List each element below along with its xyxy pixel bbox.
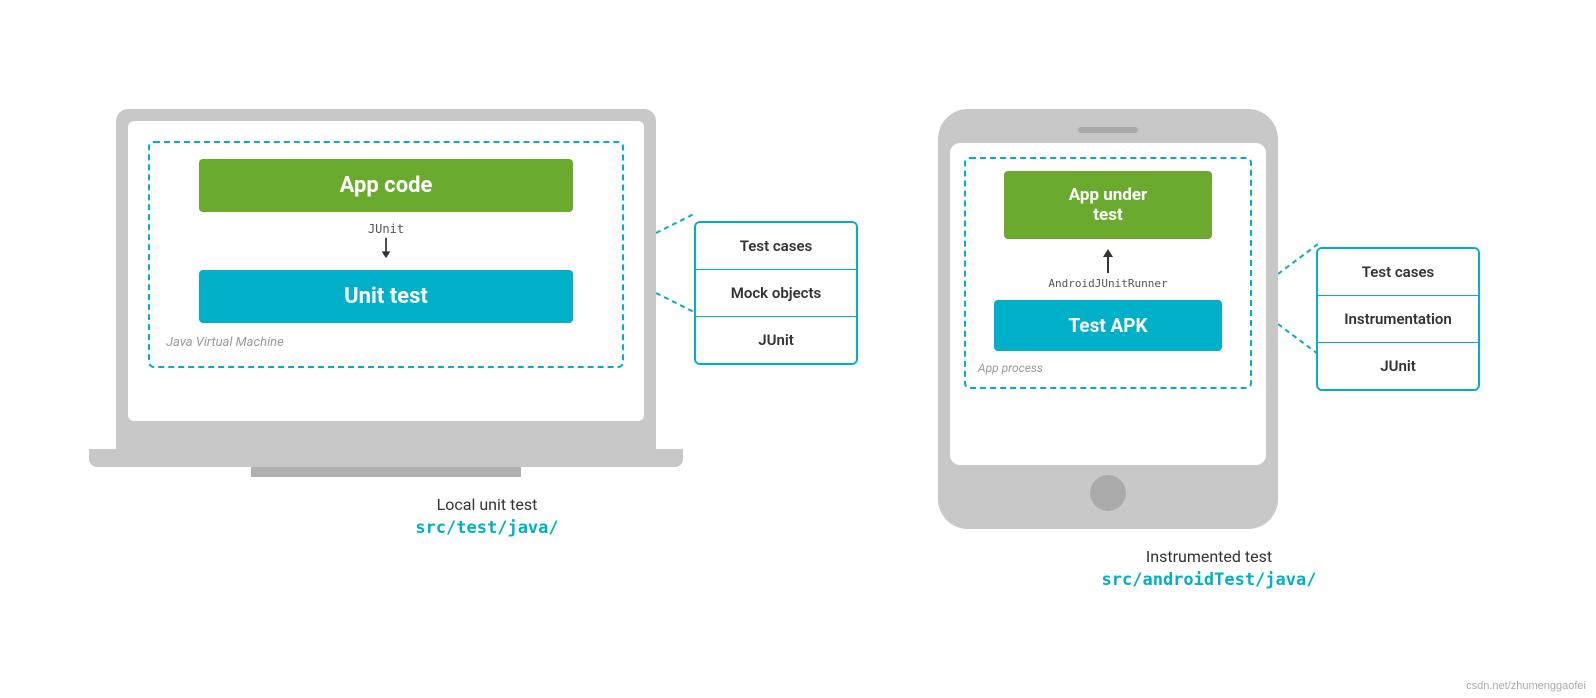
left-test-panel: Test cases Mock objects JUnit (694, 221, 858, 365)
runner-label: AndroidJUnitRunner (1048, 277, 1167, 290)
junit-label: JUnit (368, 222, 404, 236)
phone-speaker (1078, 127, 1138, 133)
test-apk-block: Test APK (994, 300, 1223, 351)
laptop-screen-inner: App code JUnit (128, 121, 644, 421)
phone-screen: App under test AndroidJUnitRunner (950, 143, 1266, 465)
laptop-base (89, 449, 683, 467)
left-section: App code JUnit (116, 109, 858, 538)
laptop-stand (251, 467, 521, 477)
test-cases-row-left: Test cases (696, 223, 856, 270)
left-caption-path: src/test/java/ (415, 518, 558, 538)
arrow-down-icon (376, 236, 396, 260)
left-caption-main: Local unit test (415, 495, 558, 514)
app-code-block: App code (199, 159, 573, 212)
laptop: App code JUnit (116, 109, 656, 477)
right-test-panel: Test cases Instrumentation JUnit (1316, 247, 1480, 391)
main-container: App code JUnit (0, 89, 1596, 610)
right-diagram: App under test AndroidJUnitRunner (938, 109, 1480, 529)
mock-objects-row: Mock objects (696, 270, 856, 317)
left-connector-svg (656, 203, 696, 323)
left-dashed-box: App code JUnit (148, 141, 624, 368)
junit-row-left: JUnit (696, 317, 856, 363)
app-under-test-block: App under test (1004, 171, 1212, 239)
phone-home-button (1090, 475, 1126, 511)
junit-arrow: JUnit (368, 222, 404, 260)
right-dashed-box: App under test AndroidJUnitRunner (964, 157, 1252, 389)
right-caption: Instrumented test src/androidTest/java/ (1102, 547, 1317, 590)
runner-arrow: AndroidJUnitRunner (1048, 247, 1167, 292)
arrow-up-icon (1099, 247, 1117, 275)
phone: App under test AndroidJUnitRunner (938, 109, 1278, 529)
right-section: App under test AndroidJUnitRunner (938, 109, 1480, 590)
laptop-screen: App code JUnit (116, 109, 656, 449)
left-caption: Local unit test src/test/java/ (415, 495, 558, 538)
right-caption-path: src/androidTest/java/ (1102, 570, 1317, 590)
test-cases-row-right: Test cases (1318, 249, 1478, 296)
watermark: csdn.net/zhumenggaofei (1466, 680, 1586, 692)
app-process-label: App process (978, 361, 1043, 375)
right-caption-main: Instrumented test (1102, 547, 1317, 566)
junit-row-right: JUnit (1318, 343, 1478, 389)
vm-label: Java Virtual Machine (166, 335, 284, 350)
right-connector-svg (1278, 234, 1318, 364)
unit-test-block: Unit test (199, 270, 573, 323)
phone-body: App under test AndroidJUnitRunner (938, 109, 1278, 529)
left-diagram: App code JUnit (116, 109, 858, 477)
instrumentation-row: Instrumentation (1318, 296, 1478, 343)
